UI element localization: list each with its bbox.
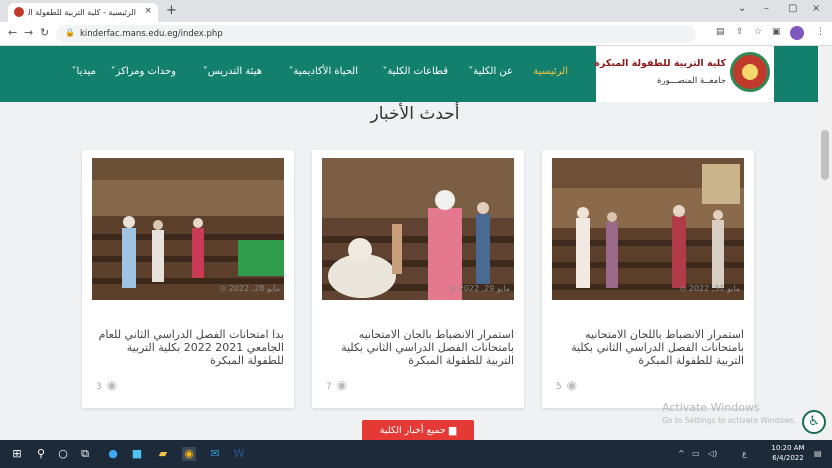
sidepanel-icon[interactable]: ▣	[772, 27, 781, 37]
mail-icon[interactable]: ✉	[208, 447, 222, 461]
accessibility-icon[interactable]: ♿	[802, 410, 826, 434]
all-news-label: جميع أخبار الكلية	[379, 425, 446, 436]
news-headline[interactable]: استمرار الانضباط باللجان الامتحانيه بامت…	[554, 328, 744, 367]
bookmark-star-icon[interactable]: ☆	[754, 27, 762, 37]
edge-icon[interactable]: ●	[106, 447, 120, 461]
translate-icon[interactable]: ▤	[716, 27, 725, 37]
eye-icon: ◉	[566, 378, 578, 392]
tab-title: الرئيسية - كلية التربية للطفولة المبـ	[28, 8, 136, 17]
maximize-button[interactable]: ▢	[788, 3, 797, 14]
system-clock[interactable]: 10:20 AM 6/4/2022	[770, 443, 806, 463]
page-scrollbar[interactable]	[818, 46, 832, 440]
nav-units-centers[interactable]: وحدات ومراكز˅	[111, 66, 176, 77]
news-photo[interactable]	[322, 158, 514, 300]
news-date: مايو 28, 2022 ⊙	[219, 284, 280, 293]
eye-icon: ◉	[336, 378, 348, 392]
word-icon[interactable]: W	[232, 447, 246, 461]
share-icon[interactable]: ⇪	[736, 27, 744, 37]
tray-chevron-icon[interactable]: ^	[678, 449, 685, 458]
chrome-icon[interactable]: ◉	[182, 447, 196, 461]
site-favicon-icon	[14, 7, 24, 17]
all-news-button[interactable]: ▆ جميع أخبار الكلية	[362, 420, 474, 442]
news-date: مايو 31, 2022 ⊙	[679, 284, 740, 293]
news-photo[interactable]	[92, 158, 284, 300]
profile-avatar[interactable]	[790, 26, 804, 40]
view-count: 5 ◉	[556, 378, 577, 392]
news-photo[interactable]	[552, 158, 744, 300]
view-count-value: 3	[96, 382, 102, 392]
tab-search-icon[interactable]: ⌄	[738, 3, 746, 14]
section-title: أحدث الأخبار	[370, 104, 460, 124]
nav-faculty-staff[interactable]: هيئة التدريس˅	[203, 66, 262, 77]
nav-about[interactable]: عن الكلية˅	[468, 66, 513, 77]
input-language[interactable]: ع	[742, 449, 747, 458]
windows-taskbar: ⊞ ⚲ ○ ⧉ ● ■ ▰ ◉ ✉ W ^ ▭ ◁) ع 10:20 AM 6/…	[0, 440, 832, 468]
network-icon[interactable]: ▭	[692, 449, 700, 458]
news-headline[interactable]: بدا امتحانات الفصل الدراسي الثاني للعام …	[94, 328, 284, 367]
faculty-name: كلية التربية للطفولة المبكرة	[594, 58, 726, 69]
search-icon[interactable]: ⚲	[34, 447, 48, 461]
view-count-value: 7	[326, 382, 332, 392]
site-logo[interactable]: كلية التربية للطفولة المبكرة جامعــة الم…	[594, 46, 774, 102]
task-view-icon[interactable]: ⧉	[78, 447, 92, 461]
file-explorer-icon[interactable]: ▰	[156, 447, 170, 461]
url-text: kinderfac.mans.edu.eg/index.php	[80, 29, 223, 39]
view-count: 7 ◉	[326, 378, 347, 392]
forward-arrow-icon[interactable]: →	[24, 26, 33, 39]
minimize-button[interactable]: –	[764, 3, 769, 14]
browser-tab[interactable]: الرئيسية - كلية التربية للطفولة المبـ ×	[8, 3, 158, 22]
windows-start-icon[interactable]: ⊞	[10, 447, 24, 461]
site-header: كلية التربية للطفولة المبكرة جامعــة الم…	[0, 46, 818, 102]
news-card[interactable]: مايو 31, 2022 ⊙ استمرار الانضباط باللجان…	[542, 150, 754, 408]
eye-icon: ◉	[106, 378, 118, 392]
new-tab-button[interactable]: +	[166, 3, 177, 18]
nav-media[interactable]: ميديا˅	[72, 66, 96, 77]
volume-icon[interactable]: ◁)	[708, 449, 717, 458]
view-count-value: 5	[556, 382, 562, 392]
nav-sectors[interactable]: قطاعات الكلية˅	[382, 66, 448, 77]
news-card[interactable]: مايو 28, 2022 ⊙ بدا امتحانات الفصل الدرا…	[82, 150, 294, 408]
view-count: 3 ◉	[96, 378, 117, 392]
close-window-button[interactable]: ×	[812, 3, 820, 14]
lock-icon: 🔒	[65, 28, 75, 37]
nav-home[interactable]: الرئيسية	[534, 66, 568, 77]
clock-time: 10:20 AM	[771, 444, 805, 452]
scrollbar-thumb[interactable]	[821, 130, 829, 180]
nav-academic-life[interactable]: الحياة الأكاديمية˅	[289, 66, 358, 77]
cortana-icon[interactable]: ○	[56, 447, 70, 461]
activate-windows-subtitle: Go to Settings to activate Windows.	[662, 416, 797, 425]
clock-date: 6/4/2022	[772, 454, 804, 462]
newspaper-icon: ▆	[448, 425, 457, 436]
news-card[interactable]: مايو 29, 2022 ⊙ استمرار الانضباط بالجان …	[312, 150, 524, 408]
browser-tab-strip: الرئيسية - كلية التربية للطفولة المبـ × …	[0, 0, 832, 22]
news-date: مايو 29, 2022 ⊙	[449, 284, 510, 293]
notifications-icon[interactable]: ▤	[814, 449, 822, 458]
tab-close-icon[interactable]: ×	[144, 6, 152, 16]
store-icon[interactable]: ■	[130, 447, 144, 461]
back-arrow-icon[interactable]: ←	[8, 26, 17, 39]
kebab-menu-icon[interactable]: ⋮	[816, 27, 825, 37]
address-bar-row: ← → ↻ 🔒 kinderfac.mans.edu.eg/index.php …	[0, 22, 832, 46]
news-headline[interactable]: استمرار الانضباط بالجان الامتحانيه بامتح…	[324, 328, 514, 367]
faculty-emblem-icon	[730, 52, 770, 92]
activate-windows-title: Activate Windows	[662, 401, 760, 414]
url-field[interactable]: 🔒 kinderfac.mans.edu.eg/index.php	[56, 25, 696, 43]
reload-icon[interactable]: ↻	[40, 26, 49, 39]
university-name: جامعــة المنصـــورة	[657, 76, 726, 86]
